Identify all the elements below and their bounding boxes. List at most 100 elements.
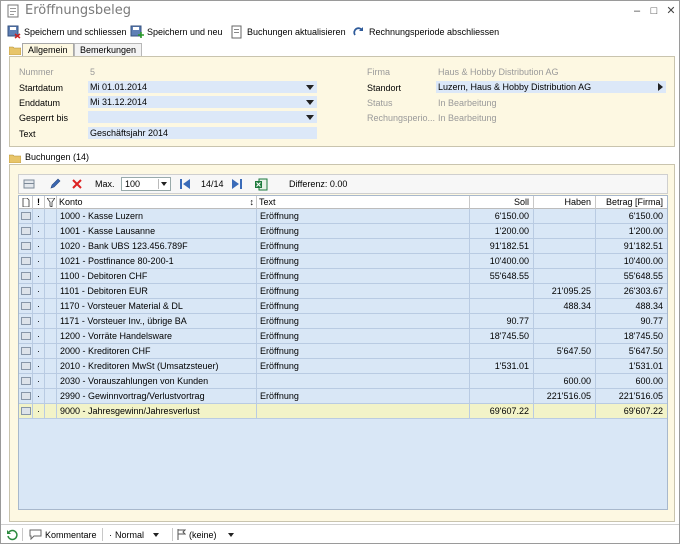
column-header-betrag[interactable]: Betrag [Firma] (596, 196, 667, 209)
new-booking-button[interactable] (23, 175, 35, 193)
table-row[interactable]: · 9000 - Jahresgewinn/Jahresverlust 69'607… (19, 404, 667, 419)
max-select[interactable]: 100 (121, 177, 171, 191)
chevron-down-icon[interactable] (306, 100, 314, 105)
delete-button[interactable] (71, 175, 83, 193)
column-header-flag[interactable]: ! (33, 196, 45, 209)
text-field[interactable]: Geschäftsjahr 2014 (88, 127, 317, 139)
column-header-soll[interactable]: Soll (470, 196, 534, 209)
save-new-button[interactable]: Speichern und neu (130, 24, 223, 40)
cell-haben: 21'095.25 (534, 284, 596, 298)
row-marker: · (33, 269, 45, 283)
column-header-text[interactable]: Text (257, 196, 470, 209)
row-marker: · (33, 359, 45, 373)
priority-value: Normal (115, 529, 145, 540)
standort-field[interactable]: Luzern, Haus & Hobby Distribution AG (436, 81, 666, 93)
edit-button[interactable] (49, 175, 61, 193)
gesperrt-field[interactable] (88, 111, 317, 123)
row-marker: · (33, 209, 45, 223)
document-refresh-icon (231, 25, 242, 39)
minimize-button[interactable]: – (630, 4, 644, 18)
last-page-button[interactable] (231, 175, 243, 193)
row-icon-cell[interactable] (19, 209, 33, 223)
table-row[interactable]: · 1001 - Kasse Lausanne Eröffnung 1'200.00 1… (19, 224, 667, 239)
cell-text: Eröffnung (257, 224, 470, 238)
filter-icon (46, 197, 56, 208)
table-row[interactable]: · 2030 - Vorauszahlungen von Kunden 600.00… (19, 374, 667, 389)
row-icon-cell[interactable] (19, 329, 33, 343)
konto-header-label: Konto (59, 197, 83, 207)
row-icon (21, 242, 31, 250)
table-row[interactable]: · 1020 - Bank UBS 123.456.789F Eröffnung 91… (19, 239, 667, 254)
cell-betrag: 91'182.51 (623, 241, 663, 251)
cell-soll: 1'200.00 (470, 224, 534, 238)
refresh-bookings-label: Buchungen aktualisieren (247, 27, 346, 37)
priority-dropdown[interactable]: · Normal (109, 527, 160, 542)
row-icon (21, 407, 31, 415)
close-button[interactable]: ✕ (664, 4, 678, 18)
row-icon-cell[interactable] (19, 224, 33, 238)
close-period-button[interactable]: Rechnungsperiode abschliessen (352, 24, 499, 40)
table-row[interactable]: · 1021 - Postfinance 80-200-1 Eröffnung 10'… (19, 254, 667, 269)
chevron-down-icon[interactable] (306, 115, 314, 120)
cell-betrag: 1'200.00 (628, 226, 663, 236)
rechnungsperiode-value: In Bearbeitung (438, 113, 497, 123)
column-header-icon[interactable] (19, 196, 33, 209)
cell-soll: 1'531.01 (470, 359, 534, 373)
row-icon-cell[interactable] (19, 269, 33, 283)
tab-allgemein[interactable]: Allgemein (22, 43, 74, 57)
history-button[interactable] (6, 527, 18, 542)
tab-bemerkungen[interactable]: Bemerkungen (74, 43, 143, 57)
row-icon-cell[interactable] (19, 359, 33, 373)
general-panel: Nummer 5 Startdatum Mi 01.01.2014 Enddat… (9, 56, 675, 147)
enddatum-field[interactable]: Mi 31.12.2014 (88, 96, 317, 108)
cell-haben (534, 329, 596, 343)
column-header-filter[interactable] (45, 196, 57, 209)
row-icon-cell[interactable] (19, 374, 33, 388)
row-icon-cell[interactable] (19, 299, 33, 313)
flag-value: (keine) (189, 529, 217, 540)
comments-button[interactable]: Kommentare (29, 527, 97, 542)
chevron-right-icon[interactable] (658, 83, 663, 91)
row-icon-cell[interactable] (19, 239, 33, 253)
table-row[interactable]: · 1100 - Debitoren CHF Eröffnung 55'648.55 5… (19, 269, 667, 284)
cell-text: Eröffnung (257, 389, 470, 403)
text-value: Geschäftsjahr 2014 (90, 128, 169, 138)
startdatum-field[interactable]: Mi 01.01.2014 (88, 81, 317, 93)
tab-buchungen[interactable]: Buchungen (14) (20, 151, 94, 165)
cell-soll (470, 284, 534, 298)
row-icon-cell[interactable] (19, 404, 33, 418)
flag-dropdown[interactable]: (keine) (177, 527, 234, 542)
cell-text: Eröffnung (257, 329, 470, 343)
column-header-konto[interactable]: Konto ↕ (57, 196, 257, 209)
row-icon-cell[interactable] (19, 344, 33, 358)
row-icon-cell[interactable] (19, 389, 33, 403)
table-row[interactable]: · 2990 - Gewinnvortrag/Verlustvortrag Eröf… (19, 389, 667, 404)
table-row[interactable]: · 1101 - Debitoren EUR Eröffnung 21'095.25 2… (19, 284, 667, 299)
grid-toolbar: Max. 100 14/14 Differenz: 0.00 (18, 174, 668, 194)
maximize-button[interactable]: □ (647, 4, 661, 18)
table-row[interactable]: · 2000 - Kreditoren CHF Eröffnung 5'647.50 5… (19, 344, 667, 359)
row-icon-cell[interactable] (19, 314, 33, 328)
column-header-haben[interactable]: Haben (534, 196, 596, 209)
bookings-grid: ! Konto ↕ Text Soll Haben Betrag [Firma]… (18, 195, 668, 510)
startdatum-label: Startdatum (19, 83, 64, 93)
row-filter-cell (45, 269, 57, 283)
first-page-button[interactable] (179, 175, 191, 193)
table-row[interactable]: · 1000 - Kasse Luzern Eröffnung 6'150.00 6'1… (19, 209, 667, 224)
cell-betrag: 55'648.55 (623, 271, 663, 281)
cell-haben (534, 239, 596, 253)
row-icon-cell[interactable] (19, 284, 33, 298)
save-close-button[interactable]: Speichern und schliessen (7, 24, 127, 40)
cell-text: Eröffnung (257, 239, 470, 253)
table-row[interactable]: · 1200 - Vorräte Handelsware Eröffnung 18'7… (19, 329, 667, 344)
table-row[interactable]: · 2010 - Kreditoren MwSt (Umsatzsteuer) Er… (19, 359, 667, 374)
chevron-down-icon[interactable] (158, 179, 169, 189)
excel-export-button[interactable] (255, 175, 268, 193)
row-icon-cell[interactable] (19, 254, 33, 268)
refresh-bookings-button[interactable]: Buchungen aktualisieren (230, 24, 346, 40)
chevron-down-icon[interactable] (306, 85, 314, 90)
table-row[interactable]: · 1171 - Vorsteuer Inv., übrige BA Eröffnu… (19, 314, 667, 329)
table-row[interactable]: · 1170 - Vorsteuer Material & DL Eröffnung… (19, 299, 667, 314)
cell-text (257, 374, 470, 388)
row-filter-cell (45, 374, 57, 388)
